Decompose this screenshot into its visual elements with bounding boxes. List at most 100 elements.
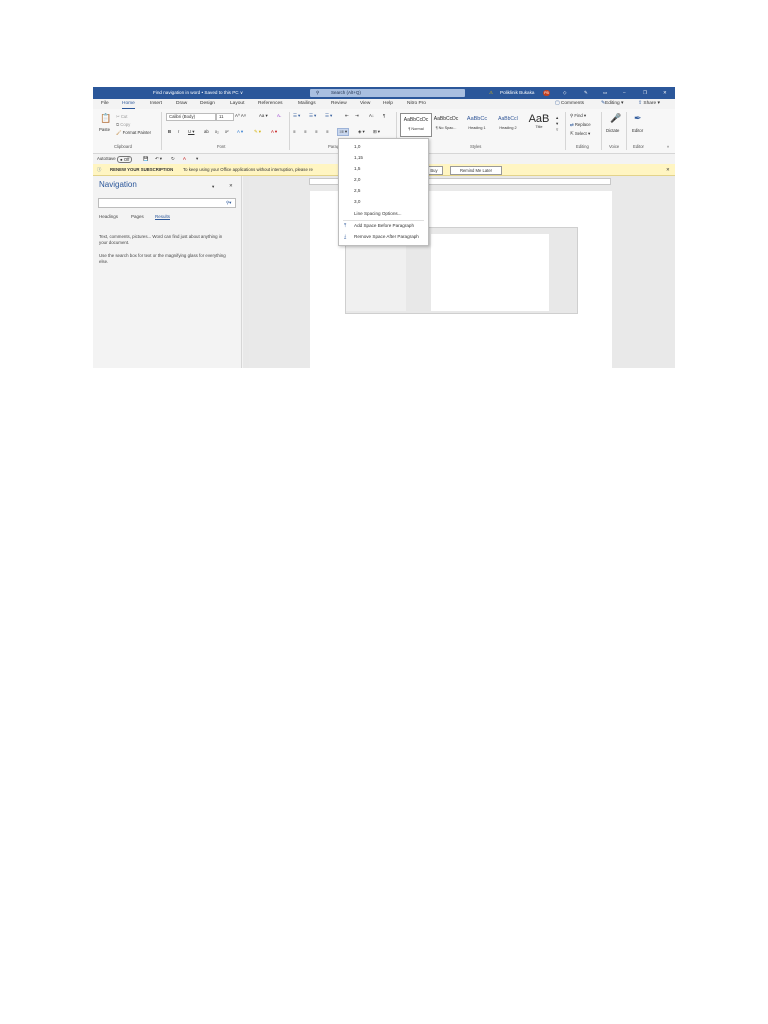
pen-icon[interactable]: ✎ (584, 87, 588, 99)
chevron-down-icon[interactable]: ▾ (212, 184, 214, 190)
highlight-icon[interactable]: ✎ ▾ (254, 129, 261, 135)
align-right-icon[interactable]: ≡ (315, 129, 318, 134)
add-space-before-item[interactable]: Add Space Before Paragraph (354, 223, 414, 228)
format-painter-button[interactable]: 🖌 Format Painter (116, 130, 151, 136)
change-case-icon[interactable]: Aa ▾ (259, 113, 268, 119)
collapse-ribbon-icon[interactable]: ^ (667, 145, 669, 150)
ribbon-display-icon[interactable]: ▭ (603, 87, 607, 99)
tab-references[interactable]: References (258, 99, 283, 109)
autosave-toggle[interactable]: ● Off (117, 155, 133, 163)
numbering-icon[interactable]: ☰ ▾ (309, 113, 316, 119)
comments-button[interactable]: ▢ Comments (555, 99, 584, 109)
line-spacing-option[interactable]: 1,0 (354, 144, 360, 149)
editor-pen-icon[interactable]: ✒ (634, 113, 642, 123)
diamond-icon[interactable]: ◇ (563, 87, 567, 99)
close-icon[interactable]: ✕ (229, 183, 233, 189)
pilcrow-icon[interactable]: ¶ (383, 113, 385, 118)
tab-results[interactable]: Results (155, 214, 171, 220)
line-spacing-button[interactable]: ↕≡ ▾ (337, 128, 350, 136)
select-button[interactable]: ⇱ Select ▾ (570, 131, 590, 137)
font-color-icon[interactable]: A ▾ (271, 129, 277, 135)
text-effects-icon[interactable]: A ▾ (237, 129, 243, 135)
tab-review[interactable]: Review (331, 99, 347, 109)
superscript-icon[interactable]: x² (225, 129, 229, 134)
strikethrough-icon[interactable]: ab (204, 129, 209, 134)
underline-icon[interactable]: U ▾ (188, 129, 194, 135)
bold-icon[interactable]: B (168, 129, 171, 134)
microphone-icon[interactable]: 🎤 (610, 113, 621, 123)
borders-icon[interactable]: ⊞ ▾ (373, 129, 380, 135)
styles-scroll-icon[interactable]: ▴ ▾ ▿ (556, 115, 558, 133)
find-button[interactable]: ⚲ Find ▾ (570, 113, 586, 119)
editor-label[interactable]: Editor (632, 128, 643, 133)
search-box[interactable]: ⚲ Search (Alt+Q) (310, 89, 465, 97)
replace-button[interactable]: ⇄ Replace (570, 122, 591, 128)
restore-button[interactable]: ❐ (643, 87, 647, 99)
tab-nitro-pro[interactable]: Nitro Pro (407, 99, 426, 109)
search-icon[interactable]: ⚲▾ (226, 200, 231, 206)
line-spacing-options-item[interactable]: Line Spacing Options... (354, 211, 402, 216)
tab-pages[interactable]: Pages (131, 214, 144, 219)
font-size-select[interactable]: 11 (216, 113, 234, 121)
undo-icon[interactable]: ↶ ▾ (155, 156, 162, 162)
line-spacing-option[interactable]: 2,0 (354, 177, 360, 182)
line-spacing-option[interactable]: 3,0 (354, 199, 360, 204)
align-left-icon[interactable]: ≡ (293, 129, 296, 134)
font-name-select[interactable]: Calibri (Body) (166, 113, 216, 121)
style-name: ¶ Normal (408, 127, 424, 131)
font-color-icon[interactable]: A (183, 156, 186, 161)
document-title[interactable]: Find navigation in word • Saved to this … (153, 87, 243, 99)
grow-font-icon[interactable]: A^ A˅ (235, 113, 246, 118)
remind-later-button[interactable]: Remind Me Later (450, 165, 502, 175)
dictate-label[interactable]: Dictate (606, 128, 619, 133)
tab-view[interactable]: View (360, 99, 370, 109)
line-spacing-option[interactable]: 1,15 (354, 155, 363, 160)
sort-icon[interactable]: A↓ (369, 113, 374, 118)
style-preview: AaBbCcI (498, 116, 518, 122)
tab-draw[interactable]: Draw (176, 99, 187, 109)
copy-button[interactable]: ⧉ Copy (116, 122, 130, 127)
font-group-label: Font (217, 144, 226, 149)
paste-icon[interactable]: 📋 (100, 113, 111, 123)
remove-space-after-item[interactable]: Remove Space After Paragraph (354, 234, 419, 239)
tab-insert[interactable]: Insert (150, 99, 162, 109)
style-heading-1[interactable]: AaBbCc Heading 1 (462, 113, 492, 135)
tab-headings[interactable]: Headings (99, 214, 118, 219)
style-title[interactable]: AaB Title (524, 113, 554, 135)
tab-mailings[interactable]: Mailings (298, 99, 316, 109)
user-name[interactable]: Poliklinik Bukaka (500, 87, 534, 99)
paste-label[interactable]: Paste (99, 127, 110, 132)
close-icon[interactable]: ✕ (666, 164, 670, 175)
tab-file[interactable]: File (101, 99, 109, 109)
justify-icon[interactable]: ≡ (326, 129, 329, 134)
style-normal[interactable]: AaBbCcDc ¶ Normal (400, 113, 432, 137)
italic-icon[interactable]: I (178, 129, 179, 134)
clear-formatting-icon[interactable]: A̶ (277, 113, 280, 118)
customize-toolbar-icon[interactable]: ▾ (196, 156, 198, 162)
style-no-spacing[interactable]: AaBbCcDc ¶ No Spac... (431, 113, 461, 135)
line-spacing-option[interactable]: 2,5 (354, 188, 360, 193)
decrease-indent-icon[interactable]: ⇤ (345, 113, 349, 119)
subscript-icon[interactable]: x₂ (215, 129, 219, 134)
multilevel-list-icon[interactable]: ☰ ▾ (325, 113, 332, 119)
user-avatar[interactable]: PB (543, 90, 550, 96)
line-spacing-option[interactable]: 1,5 (354, 166, 360, 171)
share-button[interactable]: ⇪ Share ▾ (638, 99, 660, 109)
navigation-search-input[interactable]: ⚲▾ (98, 198, 236, 208)
chevron-down-icon: ▾ (619, 101, 624, 106)
increase-indent-icon[interactable]: ⇥ (355, 113, 359, 119)
align-center-icon[interactable]: ≡ (304, 129, 307, 134)
minimize-button[interactable]: – (623, 87, 626, 99)
tab-design[interactable]: Design (200, 99, 215, 109)
editing-mode-button[interactable]: ✎Editing ▾ (601, 99, 623, 109)
close-button[interactable]: ✕ (663, 87, 667, 99)
save-icon[interactable]: 💾 (143, 156, 148, 162)
redo-icon[interactable]: ↻ (171, 156, 175, 162)
style-heading-2[interactable]: AaBbCcI Heading 2 (493, 113, 523, 135)
tab-layout[interactable]: Layout (230, 99, 244, 109)
tab-help[interactable]: Help (383, 99, 393, 109)
cut-button[interactable]: ✂ Cut (116, 114, 128, 120)
tab-home[interactable]: Home (122, 99, 135, 109)
bullets-icon[interactable]: ☰ ▾ (293, 113, 300, 119)
shading-icon[interactable]: ◈ ▾ (358, 129, 365, 135)
